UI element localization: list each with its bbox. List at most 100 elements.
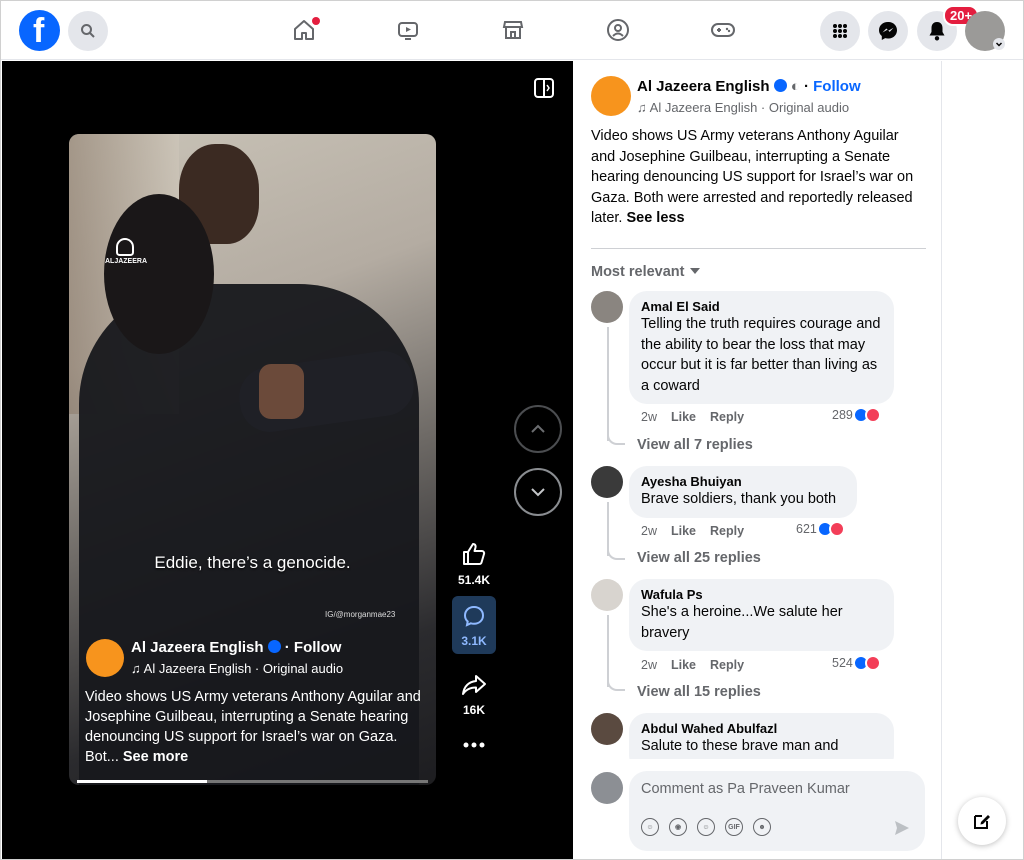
video-frame-hand [259, 364, 304, 419]
send-icon[interactable] [893, 819, 911, 837]
reel-video[interactable]: ALJAZEERA Eddie, there’s a genocide. IG/… [69, 134, 436, 785]
previous-video-button[interactable] [514, 405, 562, 453]
comment-avatar[interactable] [591, 713, 623, 745]
page-avatar[interactable] [591, 76, 631, 116]
sort-dropdown[interactable]: Most relevant [591, 264, 701, 280]
avatar-sticker-icon[interactable]: ☺ [641, 818, 659, 836]
like-action[interactable]: 51.4K [452, 541, 496, 587]
comment-meta: 2w Like Reply [641, 410, 758, 424]
new-message-button[interactable] [958, 797, 1006, 845]
aljazeera-logo-icon [116, 238, 134, 256]
see-less-link[interactable]: See less [626, 210, 684, 226]
app-window: f 20+ ALJAZEERA Eddie, there’s a genocid… [0, 0, 1024, 860]
gif-icon[interactable]: GIF [725, 818, 743, 836]
video-viewer: ALJAZEERA Eddie, there’s a genocide. IG/… [2, 61, 573, 859]
compose-icon [974, 815, 990, 829]
nav-marketplace[interactable] [498, 15, 528, 45]
comment-author[interactable]: Abdul Wahed Abulfazl [641, 721, 882, 736]
comment-count: 3.1K [461, 634, 487, 648]
bell-icon [929, 22, 945, 41]
comment-composer[interactable]: Comment as Pa Praveen Kumar ☺ ◉ ☺ GIF ☻ [629, 771, 925, 851]
thread-curve [607, 433, 625, 445]
composer-avatar [591, 772, 623, 804]
menu-button[interactable] [820, 11, 860, 51]
comment-item: Abdul Wahed Abulfazl Salute to these bra… [591, 713, 931, 759]
verified-badge-icon [267, 640, 281, 653]
camera-icon[interactable]: ◉ [669, 818, 687, 836]
aljazeera-watermark: ALJAZEERA [105, 238, 148, 265]
comment-meta: 2w Like Reply [641, 658, 758, 672]
love-reaction-icon [864, 407, 881, 423]
logo-letter: f [33, 12, 45, 50]
view-replies-link[interactable]: View all 15 replies [637, 684, 761, 700]
share-action[interactable]: 16K [452, 673, 496, 717]
video-follow-button[interactable]: Follow [294, 639, 342, 656]
reaction-count: 524 [832, 656, 853, 670]
toggle-panel-icon[interactable] [534, 78, 554, 98]
comment-author[interactable]: Ayesha Bhuiyan [641, 474, 845, 489]
thread-line [607, 327, 609, 441]
video-page-avatar[interactable] [86, 639, 124, 677]
comment-reply-button[interactable]: Reply [710, 524, 744, 538]
verified-badge-icon [773, 79, 787, 92]
emoji-icon[interactable]: ☺ [697, 818, 715, 836]
view-replies-link[interactable]: View all 7 replies [637, 437, 753, 453]
more-options[interactable] [452, 741, 496, 755]
reaction-count: 289 [832, 408, 853, 422]
thread-line [607, 615, 609, 687]
messenger-icon [879, 22, 897, 40]
love-reaction-icon [864, 655, 881, 671]
comment-author[interactable]: Wafula Ps [641, 587, 882, 602]
follow-button[interactable]: Follow [813, 78, 861, 95]
comment-time[interactable]: 2w [641, 524, 657, 538]
comment-input[interactable]: Comment as Pa Praveen Kumar [641, 781, 850, 797]
nav-gaming[interactable] [708, 15, 738, 45]
audio-row: ♫ Al Jazeera English · Original audio [637, 100, 849, 115]
account-avatar[interactable] [965, 11, 1005, 51]
video-progress-bar[interactable] [77, 780, 428, 783]
video-credit: IG/@morganmae23 [325, 610, 396, 619]
next-video-button[interactable] [514, 468, 562, 516]
comment-bubble: Wafula Ps She's a heroine...We salute he… [629, 579, 894, 651]
video-page-name[interactable]: Al Jazeera English [131, 639, 264, 656]
love-reaction-icon [828, 521, 845, 537]
sticker-icon[interactable]: ☻ [753, 818, 771, 836]
comment-like-button[interactable]: Like [671, 524, 696, 538]
comment-avatar[interactable] [591, 291, 623, 323]
page-name[interactable]: Al Jazeera English [637, 78, 770, 95]
comment-time[interactable]: 2w [641, 658, 657, 672]
see-more-link[interactable]: See more [123, 749, 188, 765]
video-progress-fill [77, 780, 207, 783]
nav-groups[interactable] [603, 15, 633, 45]
comment-reply-button[interactable]: Reply [710, 410, 744, 424]
comment-meta: 2w Like Reply [641, 524, 758, 538]
comment-reply-button[interactable]: Reply [710, 658, 744, 672]
comments-panel: Al Jazeera English ◐ · Follow ♫ Al Jazee… [574, 61, 941, 859]
comment-icon [463, 605, 485, 627]
comment-reactions[interactable]: 289 [832, 407, 881, 423]
groups-icon [607, 19, 629, 41]
comment-avatar[interactable] [591, 579, 623, 611]
comment-reactions[interactable]: 524 [832, 655, 881, 671]
comment-author[interactable]: Amal El Said [641, 299, 882, 314]
audio-label[interactable]: Al Jazeera English · Original audio [650, 100, 849, 115]
comment-like-button[interactable]: Like [671, 658, 696, 672]
facebook-logo[interactable]: f [19, 10, 60, 51]
watermark-text: ALJAZEERA [105, 258, 148, 265]
home-notification-dot [312, 17, 320, 25]
video-audio-row: ♫ Al Jazeera English · Original audio [131, 661, 344, 676]
comment-reactions[interactable]: 621 [796, 521, 845, 537]
view-replies-link[interactable]: View all 25 replies [637, 550, 761, 566]
comment-avatar[interactable] [591, 466, 623, 498]
comment-bubble: Amal El Said Telling the truth requires … [629, 291, 894, 404]
post-description: Video shows US Army veterans Anthony Agu… [591, 126, 926, 229]
comment-like-button[interactable]: Like [671, 410, 696, 424]
messenger-button[interactable] [868, 11, 908, 51]
comment-time[interactable]: 2w [641, 410, 657, 424]
gaming-icon [711, 23, 735, 37]
search-button[interactable] [68, 11, 108, 51]
video-audio-label[interactable]: Al Jazeera English · Original audio [144, 661, 343, 676]
comment-action[interactable]: 3.1K [452, 596, 496, 654]
nav-video[interactable] [393, 15, 423, 45]
top-navigation: f 20+ [1, 1, 1023, 60]
